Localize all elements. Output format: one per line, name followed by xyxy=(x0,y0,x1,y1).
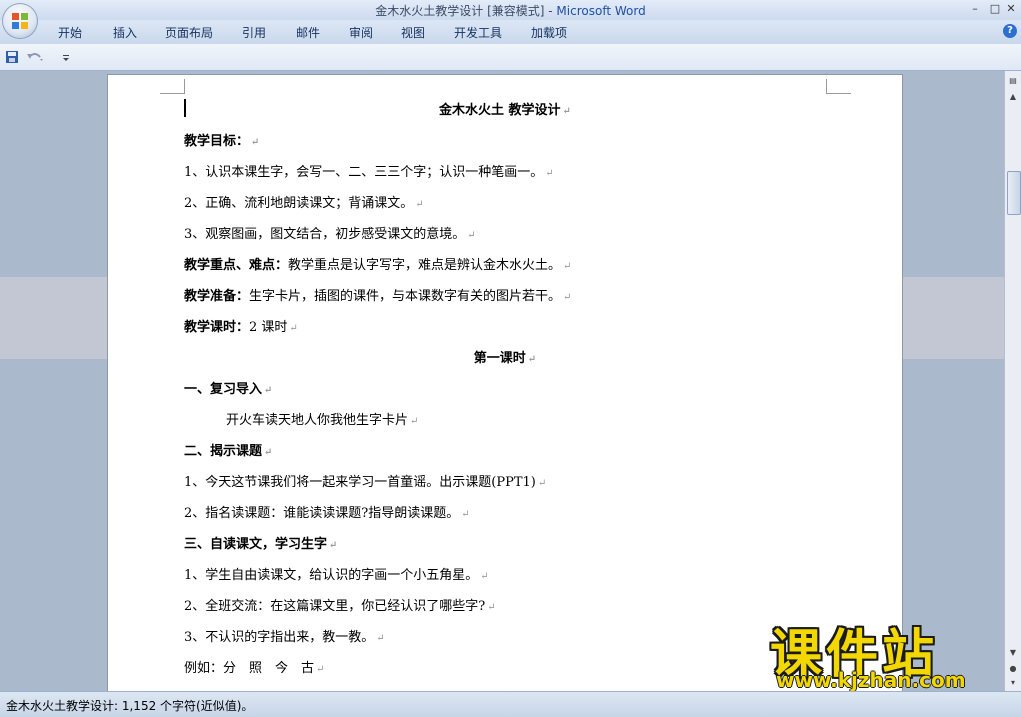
office-logo-icon xyxy=(12,13,28,29)
document-name: 金木水火土教学设计 [兼容模式] - xyxy=(375,4,557,18)
section-text: 2、指名读课题：谁能读读课题?指导朗读课题。 ↵ xyxy=(184,506,470,521)
minimize-button[interactable]: – xyxy=(966,2,984,16)
watermark-url: www.kjzhan.com xyxy=(776,668,966,692)
hours-line: 教学课时：2 课时 ↵ xyxy=(184,320,298,335)
browse-object-icon[interactable]: ● xyxy=(1007,663,1019,675)
goal-item: 2、正确、流利地朗读课文；背诵课文。 ↵ xyxy=(184,196,424,211)
window-title: 金木水火土教学设计 [兼容模式] - Microsoft Word xyxy=(0,2,1021,19)
app-name: Microsoft Word xyxy=(556,4,646,18)
section-text: 开火车读天地人你我他生字卡片 ↵ xyxy=(226,413,419,428)
quick-access-toolbar xyxy=(0,44,1021,71)
save-icon[interactable] xyxy=(5,50,19,64)
key-points-line: 教学重点、难点：教学重点是认字写字，难点是辨认金木水火土。 ↵ xyxy=(184,258,572,273)
ruler-toggle-icon[interactable]: ▤ xyxy=(1007,75,1019,87)
crop-mark xyxy=(826,79,851,94)
section-text: 2、全班交流：在这篇课文里，你已经认识了哪些字? ↵ xyxy=(184,599,496,614)
ribbon-tabs: 开始 插入 页面布局 引用 邮件 审阅 视图 开发工具 加载项 ? xyxy=(0,20,1021,44)
section-text: 3、不认识的字指出来，教一教。 ↵ xyxy=(184,630,385,645)
vertical-scrollbar[interactable]: ▤ ▲ ▼ ● ▾ xyxy=(1004,71,1021,691)
customize-icon[interactable] xyxy=(60,50,72,64)
tab-add-ins[interactable]: 加载项 xyxy=(531,24,567,41)
close-button[interactable]: ✕ xyxy=(1002,2,1020,16)
scroll-up-icon[interactable]: ▲ xyxy=(1007,91,1019,103)
scroll-down-icon[interactable]: ▼ xyxy=(1007,647,1019,659)
word-count-status[interactable]: 金木水火土教学设计: 1,152 个字符(近似值)。 xyxy=(6,697,253,714)
scroll-thumb[interactable] xyxy=(1007,171,1021,215)
preparation-line: 教学准备：生字卡片，插图的课件，与本课数字有关的图片若干。 ↵ xyxy=(184,289,572,304)
section-text: 1、学生自由读课文，给认识的字画一个小五角星。 ↵ xyxy=(184,568,489,583)
section-heading: 三、自读课文，学习生字 ↵ xyxy=(184,537,338,552)
section-heading: 一、复习导入 ↵ xyxy=(184,382,273,397)
next-page-icon[interactable]: ▾ xyxy=(1007,677,1019,689)
section-heading: 二、揭示课题 ↵ xyxy=(184,444,273,459)
section-text: 1、今天这节课我们将一起来学习一首童谣。出示课题(PPT1) ↵ xyxy=(184,475,547,490)
tab-view[interactable]: 视图 xyxy=(401,24,425,41)
title-bar: 金木水火土教学设计 [兼容模式] - Microsoft Word – □ ✕ xyxy=(0,0,1021,20)
goal-item: 3、观察图画，图文结合，初步感受课文的意境。 ↵ xyxy=(184,227,476,242)
goal-item: 1、认识本课生字，会写一、二、三三个字；认识一种笔画一。 ↵ xyxy=(184,165,554,180)
status-bar: 金木水火土教学设计: 1,152 个字符(近似值)。 xyxy=(0,691,1021,717)
tab-insert[interactable]: 插入 xyxy=(113,24,137,41)
tab-review[interactable]: 审阅 xyxy=(349,24,373,41)
undo-icon[interactable] xyxy=(26,50,44,64)
document-page[interactable]: 金木水火土 教学设计 ↵ 教学目标： ↵ 1、认识本课生字，会写一、二、三三个字；认… xyxy=(108,75,902,691)
tab-references[interactable]: 引用 xyxy=(242,24,266,41)
tab-page-layout[interactable]: 页面布局 xyxy=(165,24,213,41)
office-button[interactable] xyxy=(2,3,38,39)
tab-home[interactable]: 开始 xyxy=(58,24,82,41)
crop-mark xyxy=(160,79,185,94)
help-icon[interactable]: ? xyxy=(1003,24,1017,38)
example-line: 例如：分 照 今 古 ↵ xyxy=(184,661,325,676)
tab-mailings[interactable]: 邮件 xyxy=(296,24,320,41)
document-workspace: 金木水火土 教学设计 ↵ 教学目标： ↵ 1、认识本课生字，会写一、二、三三个字；认… xyxy=(0,71,1004,691)
goals-heading: 教学目标： ↵ xyxy=(184,134,260,149)
tab-developer[interactable]: 开发工具 xyxy=(454,24,502,41)
lesson-heading: 第一课时 ↵ xyxy=(473,351,537,366)
document-title: 金木水火土 教学设计 ↵ xyxy=(439,103,571,118)
